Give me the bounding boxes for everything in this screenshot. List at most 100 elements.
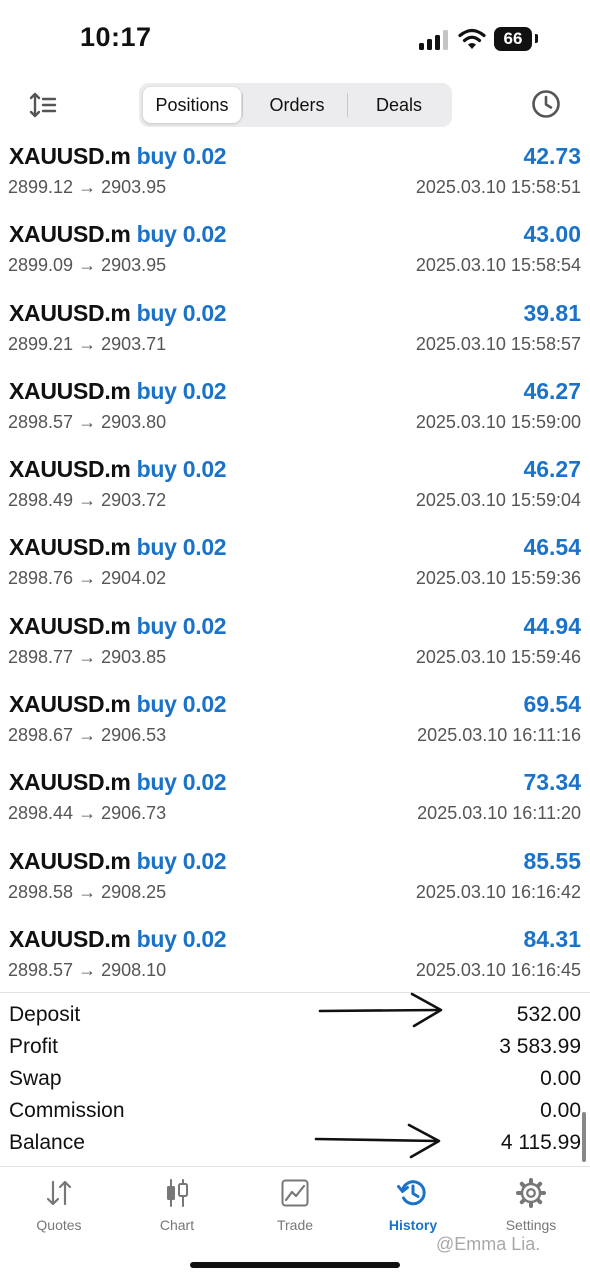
tabbar-item-history[interactable]: History <box>354 1177 472 1233</box>
symbol-name: XAUUSD.m <box>9 221 131 248</box>
summary-label: Swap <box>9 1067 62 1090</box>
position-row[interactable]: XAUUSD.m buy 0.02 2899.21 → 2903.71 39.8… <box>0 295 590 373</box>
position-side: buy 0.02 <box>136 221 227 248</box>
summary-row-commission: Commission 0.00 <box>0 1097 590 1129</box>
position-side: buy 0.02 <box>136 456 227 483</box>
position-side: buy 0.02 <box>136 769 227 796</box>
summary-value: 3 583.99 <box>499 1035 581 1058</box>
position-prices: 2899.12 → 2903.95 <box>8 177 167 197</box>
history-clock-icon <box>397 1180 426 1206</box>
summary-label: Deposit <box>9 1003 81 1026</box>
tabbar-item-chart[interactable]: Chart <box>118 1177 236 1233</box>
candlestick-chart-icon <box>167 1179 188 1207</box>
position-symbol: XAUUSD.m buy 0.02 <box>9 221 227 248</box>
position-time: 2025.03.10 15:59:36 <box>415 568 581 589</box>
summary-value: 0.00 <box>540 1067 581 1090</box>
position-row[interactable]: XAUUSD.m buy 0.02 2898.49 → 2903.72 46.2… <box>0 451 590 529</box>
symbol-name: XAUUSD.m <box>9 925 131 952</box>
position-prices: 2898.44 → 2906.73 <box>8 803 167 824</box>
summary-label: Profit <box>9 1035 59 1058</box>
symbol-name: XAUUSD.m <box>9 847 131 874</box>
segment-divider <box>347 93 348 117</box>
position-time: 2025.03.10 16:16:45 <box>415 959 581 980</box>
tab-positions[interactable]: Positions <box>143 87 241 123</box>
summary-row-profit: Profit 3 583.99 <box>0 1033 590 1065</box>
tabbar-item-trade[interactable]: Trade <box>236 1177 354 1233</box>
cellular-signal-icon <box>419 30 448 50</box>
status-time: 10:17 <box>80 22 152 52</box>
battery-icon: 66 <box>494 27 532 51</box>
position-prices: 2899.21 → 2903.71 <box>8 333 167 354</box>
position-symbol: XAUUSD.m buy 0.02 <box>9 456 227 483</box>
position-prices: 2898.58 → 2908.25 <box>8 881 167 902</box>
sort-icon[interactable] <box>28 90 58 120</box>
position-symbol: XAUUSD.m buy 0.02 <box>9 143 227 170</box>
quotes-arrows-icon <box>46 1180 72 1206</box>
symbol-name: XAUUSD.m <box>9 691 131 718</box>
position-side: buy 0.02 <box>136 299 227 326</box>
position-profit: 46.54 <box>523 534 581 561</box>
position-symbol: XAUUSD.m buy 0.02 <box>9 612 227 640</box>
position-side: buy 0.02 <box>136 691 227 718</box>
symbol-name: XAUUSD.m <box>9 299 131 326</box>
position-symbol: XAUUSD.m buy 0.02 <box>9 299 227 327</box>
summary-label: Commission <box>9 1099 125 1122</box>
tabbar-item-quotes[interactable]: Quotes <box>0 1177 118 1233</box>
position-row[interactable]: XAUUSD.m buy 0.02 2898.67 → 2906.53 69.5… <box>0 686 590 764</box>
symbol-name: XAUUSD.m <box>9 143 131 169</box>
summary-row-balance: Balance 4 115.99 <box>0 1129 590 1161</box>
position-prices: 2898.76 → 2904.02 <box>8 568 167 589</box>
position-time: 2025.03.10 15:59:04 <box>415 490 581 511</box>
history-period-clock-icon[interactable] <box>530 88 562 120</box>
tab-orders[interactable]: Orders <box>247 83 347 127</box>
summary-row-swap: Swap 0.00 <box>0 1065 590 1097</box>
position-time: 2025.03.10 15:58:54 <box>415 255 581 276</box>
tab-label: Trade <box>276 1217 314 1233</box>
position-profit: 42.73 <box>523 143 581 169</box>
tab-label: Quotes <box>36 1217 82 1233</box>
position-symbol: XAUUSD.m buy 0.02 <box>9 769 227 796</box>
home-indicator[interactable] <box>190 1262 400 1268</box>
tab-label: Settings <box>505 1217 557 1233</box>
position-row[interactable]: XAUUSD.m buy 0.02 2899.09 → 2903.95 43.0… <box>0 216 590 294</box>
history-segmented-control: Positions Orders Deals <box>139 83 452 127</box>
position-row[interactable]: XAUUSD.m buy 0.02 2898.57 → 2908.10 84.3… <box>0 921 590 999</box>
gear-icon <box>516 1178 546 1208</box>
watermark: @Emma Lia. <box>436 1234 541 1254</box>
position-prices: 2898.77 → 2903.85 <box>8 646 167 667</box>
battery-tip <box>535 34 538 43</box>
summary-value: 0.00 <box>540 1099 581 1122</box>
scroll-indicator[interactable] <box>582 1112 586 1162</box>
segment-divider <box>242 93 243 117</box>
trade-chart-icon <box>281 1179 309 1207</box>
position-prices: 2898.57 → 2903.80 <box>8 411 167 432</box>
summary-label: Balance <box>9 1131 85 1154</box>
position-time: 2025.03.10 15:59:00 <box>415 411 581 432</box>
position-profit: 85.55 <box>523 847 581 874</box>
position-profit: 43.00 <box>523 221 581 248</box>
tab-label: Chart <box>159 1217 195 1233</box>
position-row[interactable]: XAUUSD.m buy 0.02 2898.58 → 2908.25 85.5… <box>0 843 590 921</box>
tab-deals[interactable]: Deals <box>349 83 449 127</box>
position-profit: 46.27 <box>523 377 581 404</box>
position-side: buy 0.02 <box>136 377 227 404</box>
tabbar-item-settings[interactable]: Settings <box>472 1177 590 1233</box>
position-side: buy 0.02 <box>136 534 227 561</box>
position-time: 2025.03.10 15:59:46 <box>415 646 581 667</box>
position-row[interactable]: XAUUSD.m buy 0.02 2898.77 → 2903.85 44.9… <box>0 608 590 686</box>
account-summary: Deposit 532.00 Profit 3 583.99 Swap 0.00… <box>0 992 590 1161</box>
position-row[interactable]: XAUUSD.m buy 0.02 2898.76 → 2904.02 46.5… <box>0 529 590 607</box>
status-bar: 10:17 66 <box>0 0 590 80</box>
position-time: 2025.03.10 15:58:51 <box>415 177 581 197</box>
position-profit: 39.81 <box>523 299 581 326</box>
position-row[interactable]: XAUUSD.m buy 0.02 2898.57 → 2903.80 46.2… <box>0 373 590 451</box>
top-toolbar: Positions Orders Deals <box>0 80 590 136</box>
summary-value: 532.00 <box>516 1003 581 1026</box>
position-profit: 84.31 <box>523 925 581 952</box>
position-side: buy 0.02 <box>136 612 227 639</box>
position-row[interactable]: XAUUSD.m buy 0.02 2899.12 → 2903.95 42.7… <box>0 138 590 216</box>
position-symbol: XAUUSD.m buy 0.02 <box>9 925 227 953</box>
position-time: 2025.03.10 16:11:16 <box>417 725 581 746</box>
position-row[interactable]: XAUUSD.m buy 0.02 2898.44 → 2906.73 73.3… <box>0 764 590 842</box>
position-profit: 46.27 <box>523 456 581 483</box>
